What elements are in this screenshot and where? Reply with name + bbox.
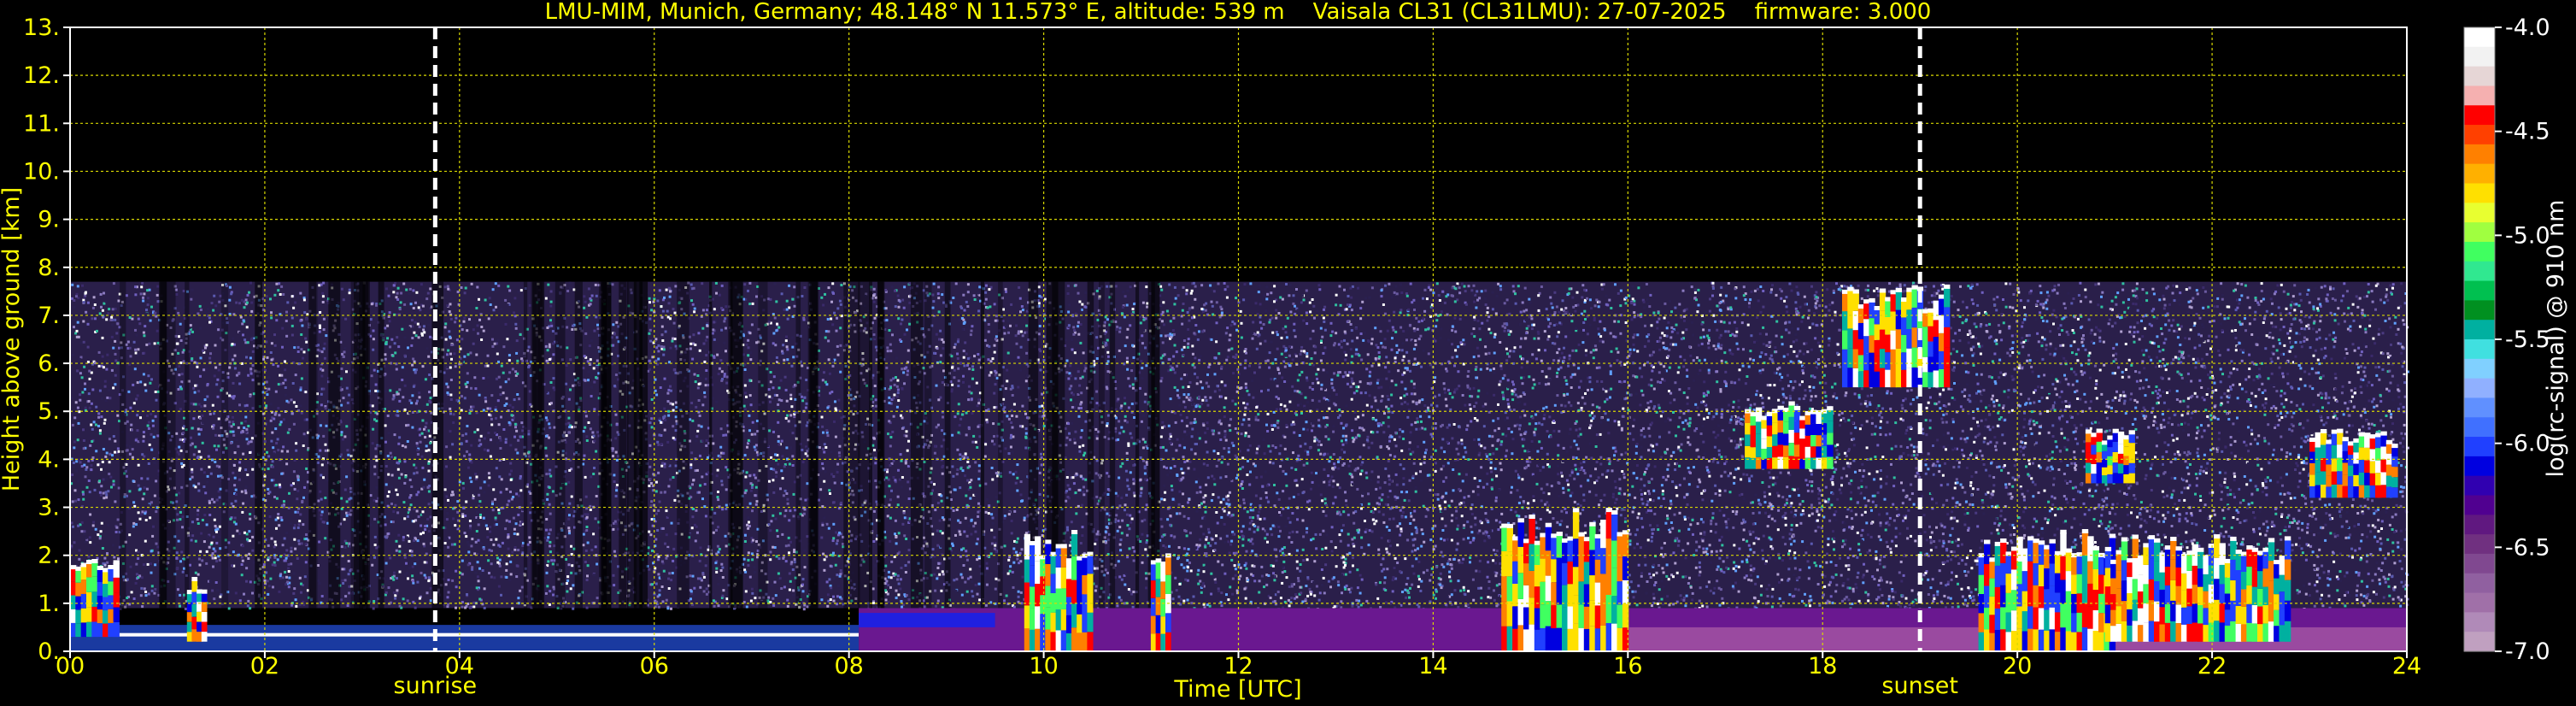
colorbar-tick-label: -4.5 — [2505, 119, 2550, 145]
colorbar-segment — [2464, 46, 2495, 68]
chart-title: LMU-MIM, Munich, Germany; 48.148° N 11.5… — [545, 0, 1932, 25]
colorbar-segment — [2464, 222, 2495, 243]
colorbar-segment — [2464, 456, 2495, 477]
colorbar-segment — [2464, 241, 2495, 262]
colorbar-segment — [2464, 163, 2495, 185]
colorbar-segment — [2464, 475, 2495, 497]
y-axis-label: Height above ground [km] — [0, 187, 25, 491]
colorbar-segment — [2464, 553, 2495, 574]
feature-convective-cloud — [1150, 553, 1171, 651]
colorbar-segment — [2464, 66, 2495, 87]
y-tick-label: 12. — [23, 62, 60, 89]
y-tick-label: 0. — [38, 638, 60, 665]
colorbar-segment — [2464, 320, 2495, 340]
colorbar-segment — [2464, 300, 2495, 321]
feature-mid-level-cloud — [2309, 428, 2398, 498]
x-tick-label: 22 — [2198, 653, 2227, 680]
x-tick-label: 02 — [250, 653, 279, 680]
colorbar-segment — [2464, 27, 2495, 48]
colorbar-segment — [2464, 85, 2495, 106]
y-tick-label: 1. — [38, 591, 60, 617]
colorbar-segment — [2464, 437, 2495, 457]
colorbar-segment — [2464, 592, 2495, 613]
y-tick-label: 13. — [23, 15, 60, 41]
colorbar-segment — [2464, 183, 2495, 203]
colorbar-segment — [2464, 144, 2495, 165]
colorbar-segment — [2464, 105, 2495, 126]
x-axis-label: Time [UTC] — [1173, 676, 1301, 703]
feature-stratocumulus — [2104, 534, 2291, 642]
colorbar-segment — [2464, 125, 2495, 145]
colorbar-segment — [2464, 203, 2495, 223]
colorbar-segment — [2464, 378, 2495, 399]
x-tick-label: 18 — [1808, 653, 1837, 680]
y-tick-label: 7. — [38, 303, 60, 329]
y-tick-label: 6. — [38, 350, 60, 377]
colorbar-segment — [2464, 358, 2495, 379]
feature-convective-cloud — [1978, 529, 2116, 651]
x-tick-label: 10 — [1029, 653, 1058, 680]
colorbar-segment — [2464, 280, 2495, 301]
colorbar-segment — [2464, 632, 2495, 652]
x-tick-label: 06 — [640, 653, 669, 680]
colorbar-segment — [2464, 339, 2495, 360]
y-tick-label: 11. — [23, 110, 60, 137]
y-tick-label: 5. — [38, 398, 60, 425]
colorbar-segment — [2464, 612, 2495, 632]
marker-label-sunset: sunset — [1881, 673, 1958, 699]
colorbar-segment — [2464, 573, 2495, 594]
y-tick-label: 10. — [23, 158, 60, 185]
colorbar-tick-label: -6.5 — [2505, 534, 2550, 561]
ceilometer-chart: sunrise sunset 00 02 04 06 08 10 12 14 16 18 20 22 24… — [0, 0, 2576, 706]
y-tick-label: 4. — [38, 446, 60, 473]
colorbar-tick-label: -4.0 — [2505, 15, 2550, 41]
colorbar-tick-label: -7.0 — [2505, 638, 2550, 665]
colorbar-segment — [2464, 495, 2495, 515]
colorbar-segment — [2464, 417, 2495, 438]
colorbar-segment — [2464, 261, 2495, 282]
colorbar-segment — [2464, 515, 2495, 535]
feature-low-cloud — [70, 559, 120, 638]
x-tick-label: 16 — [1613, 653, 1642, 680]
feature-mid-level-cloud — [2085, 428, 2135, 484]
backscatter-heatmap — [70, 281, 2409, 651]
x-tick-label: 14 — [1418, 653, 1447, 680]
y-tick-label: 3. — [38, 495, 60, 521]
colorbar-segment — [2464, 397, 2495, 418]
y-tick-label: 9. — [38, 207, 60, 233]
x-tick-label: 04 — [445, 653, 474, 680]
x-tick-label: 24 — [2392, 653, 2421, 680]
y-tick-label: 2. — [38, 543, 60, 569]
y-tick-label: 8. — [38, 255, 60, 281]
x-tick-label: 20 — [2003, 653, 2032, 680]
colorbar-segment — [2464, 534, 2495, 555]
x-tick-label: 08 — [834, 653, 863, 680]
colorbar-label: log(rc-signal) @ 910 nm — [2543, 200, 2569, 478]
